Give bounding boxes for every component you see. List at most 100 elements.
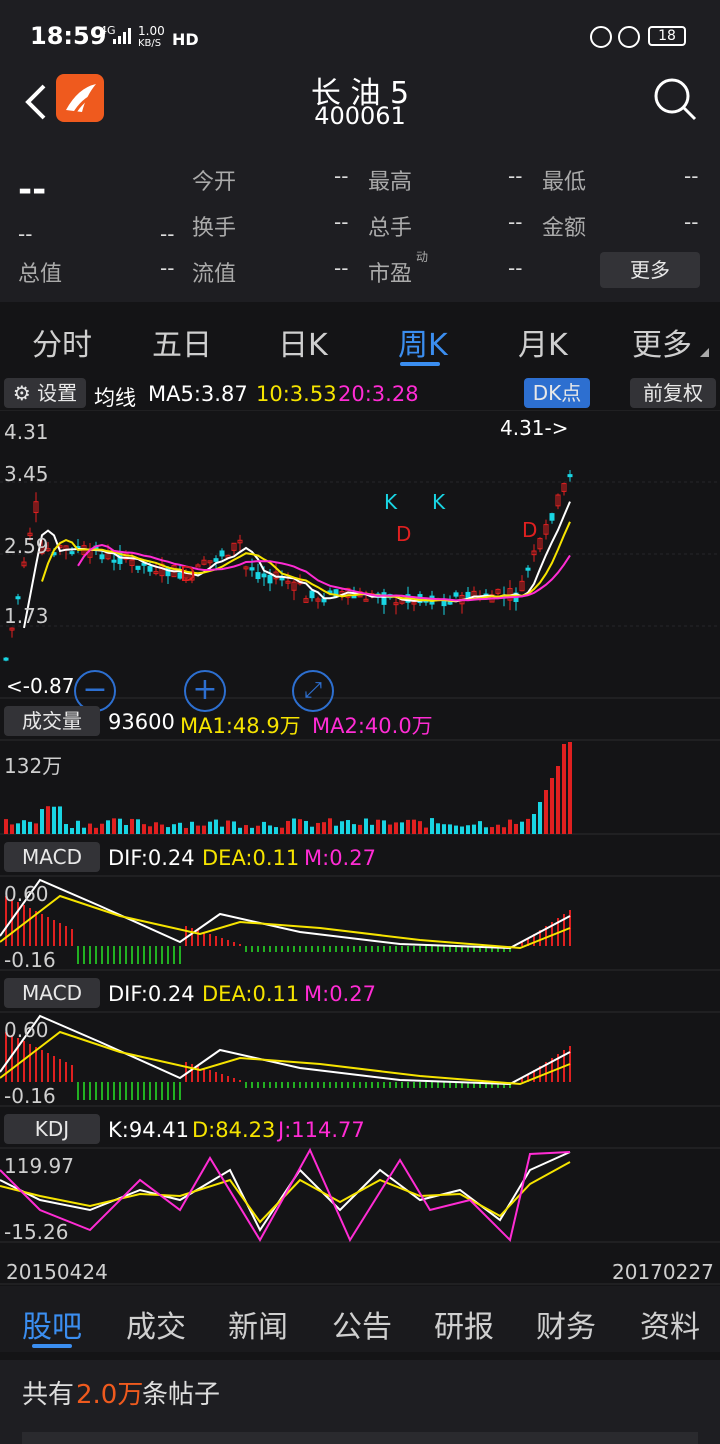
macd-histogram-bar <box>377 946 379 952</box>
macd-histogram-bar <box>53 1056 55 1082</box>
macd-histogram-bar <box>263 946 265 952</box>
field-value: -- <box>334 164 349 188</box>
tab-finance[interactable]: 财务 <box>536 1302 596 1346</box>
volume-button[interactable]: 成交量 <box>4 706 100 736</box>
macd-histogram-bar <box>341 1082 343 1088</box>
volume-bar <box>16 823 20 834</box>
tab-five-day[interactable]: 五日 <box>152 320 212 364</box>
tab-month-k[interactable]: 月K <box>518 320 568 364</box>
macd-histogram-bar <box>347 1082 349 1088</box>
macd-histogram-bar <box>407 1082 409 1088</box>
macd-histogram-bar <box>179 1082 181 1100</box>
volume-bar <box>160 824 164 834</box>
macd-histogram-bar <box>59 1059 61 1082</box>
volume-bar <box>316 822 320 834</box>
volume-bar <box>436 823 440 834</box>
volume-bar <box>286 820 290 834</box>
net-speed-unit: KB/S <box>138 38 162 49</box>
ma5-line <box>23 501 571 629</box>
candle-body <box>3 657 9 661</box>
macd-histogram-bar <box>65 926 67 946</box>
ma-bar: ⚙ 设置 均线 MA5:3.87 10:3.53 20:3.28 DK点 前复权 <box>0 376 720 410</box>
tab-profile[interactable]: 资料 <box>640 1302 700 1346</box>
field-value: -- <box>684 210 699 234</box>
field-label: 最低 <box>542 170 587 195</box>
field-value: -- <box>508 164 523 188</box>
macd-histogram-bar <box>395 1082 397 1088</box>
volume-bar <box>550 778 554 834</box>
macd-histogram-bar <box>317 946 319 952</box>
macd-histogram-bar <box>419 946 421 952</box>
tab-more[interactable]: 更多 <box>632 320 692 364</box>
dk-point-button[interactable]: DK点 <box>524 378 590 408</box>
candle-body <box>381 592 387 605</box>
kdj-button[interactable]: KDJ <box>4 1114 100 1144</box>
field-value: -- <box>334 256 349 280</box>
macd-histogram-bar <box>167 946 169 964</box>
tab-forum[interactable]: 股吧 <box>22 1302 82 1346</box>
volume-bar <box>124 824 128 834</box>
macd-histogram-bar <box>137 946 139 964</box>
macd-top: 0.60 <box>4 1018 49 1042</box>
macd-histogram-bar <box>185 1062 187 1082</box>
volume-bar <box>40 809 44 834</box>
volume-bar <box>184 827 188 834</box>
tab-news[interactable]: 新闻 <box>228 1302 288 1346</box>
macd-histogram-bar <box>245 946 247 952</box>
tab-announcements[interactable]: 公告 <box>332 1302 392 1346</box>
candle-body <box>15 596 21 600</box>
volume-bar <box>220 826 224 834</box>
volume-bar <box>244 825 248 834</box>
tab-research[interactable]: 研报 <box>434 1302 494 1346</box>
macd-histogram-bar <box>101 946 103 964</box>
volume-ma2: MA2:40.0万 <box>312 714 433 738</box>
macd-histogram-bar <box>71 1065 73 1082</box>
field-label: 今开 <box>192 170 237 195</box>
volume-bar <box>532 814 536 834</box>
kdj-bar: KDJ K:94.41 D:84.23 J:114.77 <box>0 1112 720 1146</box>
macd-histogram-bar <box>161 946 163 964</box>
post-card[interactable] <box>22 1432 698 1444</box>
volume-bar <box>142 824 146 834</box>
macd-histogram-bar <box>437 946 439 952</box>
candle-body <box>135 565 141 570</box>
macd-histogram-bar <box>443 946 445 952</box>
tab-trades[interactable]: 成交 <box>126 1302 186 1346</box>
more-button[interactable]: 更多 <box>600 252 700 288</box>
volume-bar <box>400 822 404 834</box>
price-tick: 2.59 <box>4 534 49 558</box>
volume-bar <box>490 827 494 834</box>
macd-histogram-bar <box>335 946 337 952</box>
tab-minute[interactable]: 分时 <box>32 320 92 364</box>
macd-histogram-bar <box>239 944 241 946</box>
macd-histogram-bar <box>317 1082 319 1088</box>
search-icon[interactable] <box>652 76 698 122</box>
macd-histogram-bar <box>173 1082 175 1100</box>
macd-histogram-bar <box>305 946 307 952</box>
tab-week-k[interactable]: 周K <box>398 320 448 364</box>
field-label: 市盈 <box>368 262 413 287</box>
volume-bar <box>100 823 104 834</box>
adjust-button[interactable]: 前复权 <box>630 378 716 408</box>
macd-histogram-bar <box>251 946 253 952</box>
macd-histogram-bar <box>371 1082 373 1088</box>
volume-bar <box>430 818 434 834</box>
settings-button[interactable]: ⚙ 设置 <box>4 378 86 408</box>
last-price: -- <box>18 170 47 210</box>
volume-bar <box>520 821 524 834</box>
macd-histogram-bar <box>131 1082 133 1100</box>
macd-histogram-bar <box>407 946 409 952</box>
macd-histogram-bar <box>419 1082 421 1088</box>
quote-panel: -- -- -- 今开 -- 最高 -- 最低 -- 换手 -- 总手 -- 金… <box>0 150 720 302</box>
kdj-top: 119.97 <box>4 1154 74 1178</box>
tab-day-k[interactable]: 日K <box>278 320 328 364</box>
macd-histogram-bar <box>449 1082 451 1088</box>
volume-bar <box>130 818 134 834</box>
ma10-value: 10:3.53 <box>256 382 337 406</box>
candle-body <box>111 559 117 563</box>
macd-button[interactable]: MACD <box>4 842 100 872</box>
macd-histogram-bar <box>155 1082 157 1100</box>
macd-button-2[interactable]: MACD <box>4 978 100 1008</box>
volume-bar <box>250 827 254 834</box>
settings-label: 设置 <box>37 381 78 405</box>
